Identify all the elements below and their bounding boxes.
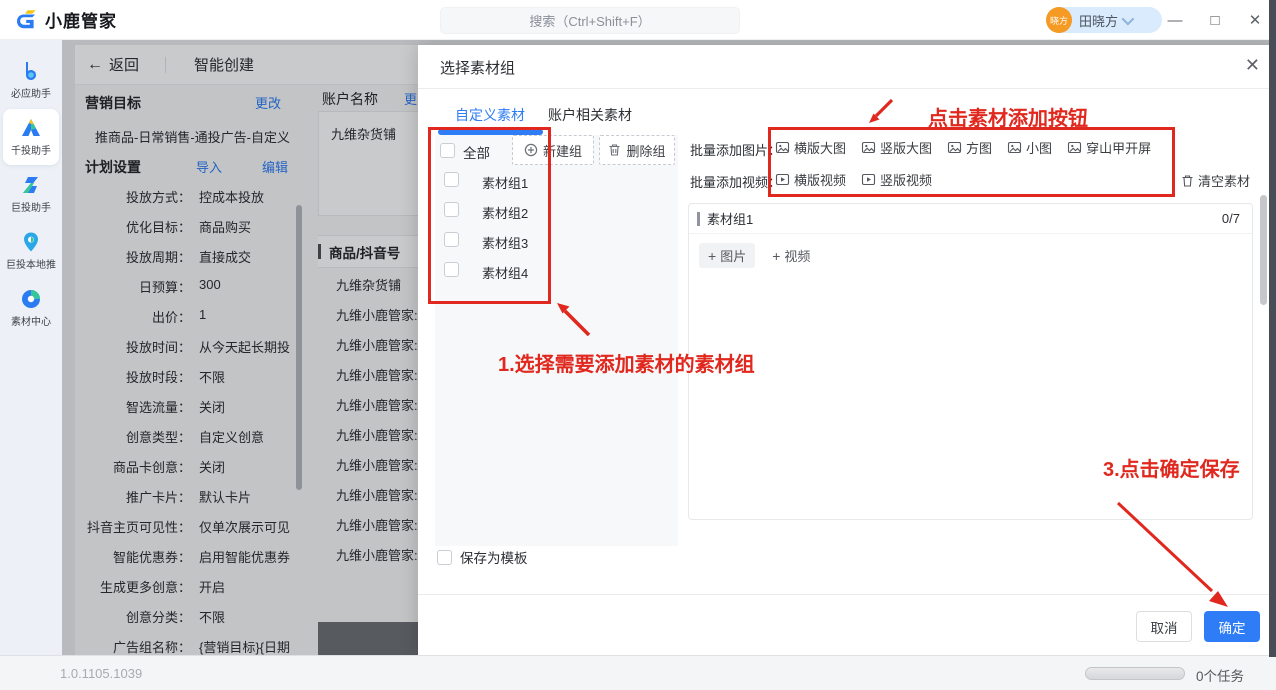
dialog-close-icon[interactable]: ✕ (1245, 55, 1260, 75)
dialog-title: 选择素材组 (440, 57, 515, 78)
select-material-group-dialog: 选择素材组 ✕ 自定义素材 账户相关素材 全部 新建组 删除组 素材组1 素材组… (418, 45, 1276, 655)
minimize-button[interactable]: — (1166, 12, 1184, 29)
user-name: 田晓方 (1079, 11, 1118, 30)
app-title: 小鹿管家 (45, 7, 117, 32)
app-version: 1.0.1105.1039 (60, 666, 142, 681)
add-video-chip-label: 视频 (784, 246, 810, 265)
tab-account-material[interactable]: 账户相关素材 (548, 105, 632, 125)
window-controls: — □ ✕ (1166, 0, 1264, 40)
delete-group-label: 删除组 (626, 141, 665, 160)
app-logo: 小鹿管家 (14, 7, 117, 32)
sidebar-item-qiantou[interactable]: 千投助手 (3, 109, 59, 165)
sidebar-item-jutou-local[interactable]: 巨投本地推 (3, 223, 59, 279)
trash-icon (608, 143, 621, 157)
biying-assistant-icon (20, 60, 42, 82)
annotation-step-add: 点击素材添加按钮 (928, 102, 1088, 131)
save-template-label: 保存为模板 (460, 547, 528, 567)
sidebar-item-biying[interactable]: 必应助手 (3, 52, 59, 108)
topbar: 小鹿管家 搜索（Ctrl+Shift+F） 晓方 田晓方 — □ ✕ (0, 0, 1276, 40)
save-template-checkbox[interactable] (437, 550, 452, 565)
sidebar-item-label: 千投助手 (11, 142, 51, 157)
statusbar: 1.0.1105.1039 0个任务 (0, 655, 1276, 690)
save-as-template[interactable]: 保存为模板 (437, 547, 528, 567)
annotation-rect-groups (428, 127, 551, 304)
annotation-arrow-down-left (866, 97, 896, 127)
add-image-chip-label: 图片 (720, 246, 746, 265)
plus-icon: + (772, 248, 780, 264)
content-group-header: 素材组1 0/7 (689, 204, 1252, 234)
annotation-arrow-up-left (551, 295, 597, 341)
search-placeholder: 搜索（Ctrl+Shift+F） (529, 11, 650, 30)
task-progress-bar (1085, 667, 1185, 680)
annotation-arrow-confirm (1108, 497, 1248, 612)
task-count: 0个任务 (1196, 665, 1244, 685)
avatar: 晓方 (1046, 7, 1072, 33)
chevron-down-icon (1122, 12, 1135, 25)
clear-material-button[interactable]: 清空素材 (1181, 171, 1250, 190)
material-center-icon (20, 288, 42, 310)
sidebar: 必应助手 千投助手 巨投助手 巨投本地推 素材中心 (0, 40, 62, 655)
annotation-step-save: 3.点击确定保存 (1103, 453, 1240, 482)
sidebar-item-jutou[interactable]: 巨投助手 (3, 166, 59, 222)
sidebar-item-label: 素材中心 (11, 313, 51, 328)
jutou-local-icon (20, 231, 42, 253)
annotation-rect-buttons (768, 127, 1175, 197)
content-group-body: + 图片 + 视频 (689, 234, 1252, 277)
background-window-edge (1269, 0, 1276, 657)
sidebar-item-label: 必应助手 (11, 85, 51, 100)
add-image-chip[interactable]: + 图片 (699, 243, 755, 268)
trash-icon (1181, 174, 1194, 188)
add-video-chip[interactable]: + 视频 (763, 243, 819, 268)
delete-group-button[interactable]: 删除组 (599, 135, 675, 165)
tab-custom-material[interactable]: 自定义素材 (455, 105, 525, 125)
sidebar-item-material-center[interactable]: 素材中心 (3, 280, 59, 336)
sidebar-item-label: 巨投本地推 (6, 256, 56, 271)
maximize-button[interactable]: □ (1206, 12, 1224, 29)
sidebar-item-label: 巨投助手 (11, 199, 51, 214)
close-button[interactable]: ✕ (1246, 11, 1264, 29)
confirm-button[interactable]: 确定 (1204, 611, 1260, 642)
app-logo-icon (14, 9, 39, 31)
search-input[interactable]: 搜索（Ctrl+Shift+F） (440, 7, 740, 34)
user-menu[interactable]: 晓方 田晓方 (1046, 7, 1162, 33)
jutou-assistant-icon (20, 174, 42, 196)
clear-material-label: 清空素材 (1198, 171, 1250, 190)
content-count: 0/7 (1222, 211, 1240, 226)
annotation-step-select: 1.选择需要添加素材的素材组 (498, 348, 755, 377)
content-group-name: 素材组1 (707, 209, 1222, 228)
modal-scrollbar[interactable] (1260, 195, 1267, 305)
qiantou-assistant-icon (20, 117, 42, 139)
plus-icon: + (708, 248, 716, 264)
dialog-header-divider (418, 88, 1276, 89)
cancel-button[interactable]: 取消 (1136, 611, 1192, 642)
group-marker (697, 212, 700, 226)
